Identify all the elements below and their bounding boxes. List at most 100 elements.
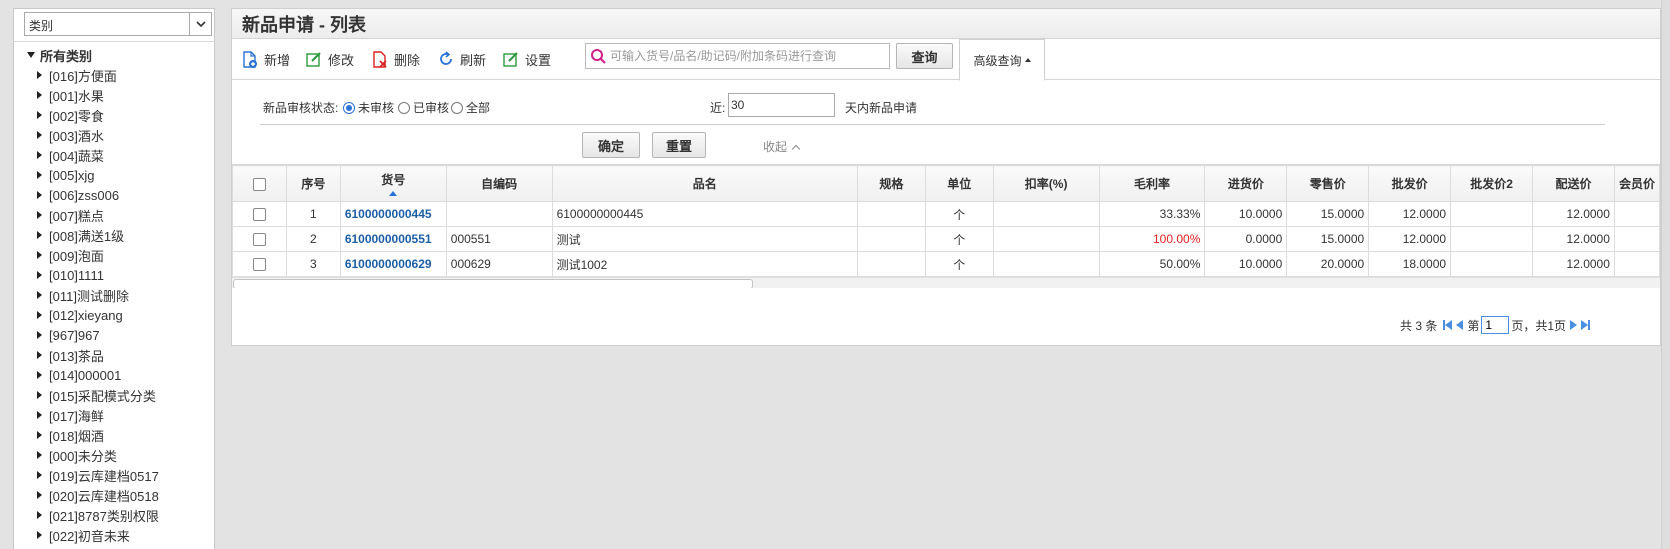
expand-triangle-icon[interactable] — [37, 491, 42, 499]
select-all-cell[interactable] — [232, 165, 287, 202]
col-header[interactable]: 扣率(%) — [992, 165, 1100, 202]
expand-triangle-icon[interactable] — [37, 311, 42, 319]
col-header[interactable]: 批发价 — [1368, 165, 1452, 202]
select-all-checkbox[interactable] — [252, 177, 266, 191]
row-select-cell[interactable] — [232, 226, 287, 252]
expand-triangle-icon[interactable] — [37, 91, 42, 99]
tree-item[interactable]: [017]海鲜 — [23, 405, 213, 425]
radio-unreviewed[interactable]: 未审核 — [343, 99, 394, 116]
tree-item[interactable]: [007]糕点 — [23, 205, 213, 225]
expand-triangle-icon[interactable] — [37, 451, 42, 459]
page-number-input[interactable] — [1481, 316, 1510, 334]
radio-selected-icon[interactable] — [343, 101, 355, 114]
tree-item[interactable]: [010]1111 — [23, 265, 213, 285]
expand-triangle-icon[interactable] — [37, 171, 42, 179]
expand-triangle-icon[interactable] — [37, 211, 42, 219]
query-button[interactable]: 查询 — [896, 43, 953, 69]
tree-item[interactable]: [001]水果 — [23, 85, 213, 105]
tree-item[interactable]: [018]烟酒 — [23, 425, 213, 445]
scrollbar-thumb[interactable] — [233, 279, 753, 288]
expand-triangle-icon[interactable] — [27, 52, 35, 58]
radio-all[interactable]: 全部 — [451, 99, 490, 116]
cell-code[interactable]: 6100000000445 — [339, 201, 447, 227]
expand-triangle-icon[interactable] — [37, 271, 42, 279]
row-select-cell[interactable] — [232, 201, 287, 227]
collapse-toggle[interactable]: 收起 — [763, 138, 801, 155]
tree-item[interactable]: [000]未分类 — [23, 445, 213, 465]
next-page-icon[interactable] — [1570, 320, 1578, 330]
col-header[interactable]: 自编码 — [445, 165, 553, 202]
tree-item[interactable]: [015]采配模式分类 — [23, 385, 213, 405]
edit-button[interactable]: 修改 — [306, 49, 354, 69]
expand-triangle-icon[interactable] — [37, 251, 42, 259]
expand-triangle-icon[interactable] — [37, 131, 42, 139]
row-checkbox[interactable] — [252, 233, 266, 247]
near-days-input[interactable] — [728, 93, 835, 117]
col-header[interactable]: 规格 — [856, 165, 926, 202]
col-header[interactable]: 配送价 — [1532, 165, 1615, 202]
tree-item[interactable]: [021]8787类别权限 — [23, 505, 213, 525]
tree-item[interactable]: [004]蔬菜 — [23, 145, 213, 165]
row-select-cell[interactable] — [232, 251, 287, 277]
reset-button[interactable]: 重置 — [652, 132, 706, 158]
tree-item[interactable]: [008]满送1级 — [23, 225, 213, 245]
tree-item[interactable]: [003]酒水 — [23, 125, 213, 145]
expand-triangle-icon[interactable] — [37, 371, 42, 379]
prev-page-icon[interactable] — [1456, 320, 1464, 330]
table-row[interactable]: 2 6100000000551 000551 测试 个 100.00% 0.0000 15.0… — [232, 226, 1660, 252]
expand-triangle-icon[interactable] — [37, 231, 42, 239]
add-button[interactable]: 新增 — [242, 49, 290, 69]
last-page-icon[interactable] — [1581, 320, 1591, 330]
expand-triangle-icon[interactable] — [37, 331, 42, 339]
advanced-query-tab[interactable]: 高级查询 — [959, 39, 1045, 81]
tree-item[interactable]: [967]967 — [23, 325, 213, 345]
col-header[interactable]: 品名 — [551, 165, 858, 202]
cell-code[interactable]: 6100000000551 — [339, 226, 447, 252]
search-box[interactable] — [585, 43, 890, 69]
col-header[interactable]: 毛利率 — [1098, 165, 1206, 202]
expand-triangle-icon[interactable] — [37, 191, 42, 199]
expand-triangle-icon[interactable] — [37, 291, 42, 299]
tree-item[interactable]: [022]初音未来 — [23, 525, 213, 545]
expand-triangle-icon[interactable] — [37, 71, 42, 79]
radio-icon[interactable] — [451, 101, 463, 114]
row-checkbox[interactable] — [252, 208, 266, 222]
radio-icon[interactable] — [398, 101, 410, 114]
tree-item[interactable]: [002]零食 — [23, 105, 213, 125]
tree-item[interactable]: [005]xjg — [23, 165, 213, 185]
expand-triangle-icon[interactable] — [37, 531, 42, 539]
table-row[interactable]: 1 6100000000445 6100000000445 个 33.33% 10.000… — [232, 201, 1660, 227]
horizontal-scrollbar[interactable] — [232, 277, 1660, 288]
tree-item[interactable]: [006]zss006 — [23, 185, 213, 205]
tree-item[interactable]: [011]测试删除 — [23, 285, 213, 305]
tree-item[interactable]: [012]xieyang — [23, 305, 213, 325]
radio-reviewed[interactable]: 已审核 — [398, 99, 449, 116]
col-header[interactable]: 单位 — [924, 165, 994, 202]
tree-item[interactable]: [009]泡面 — [23, 245, 213, 265]
expand-triangle-icon[interactable] — [37, 431, 42, 439]
col-header[interactable]: 进货价 — [1204, 165, 1288, 202]
settings-button[interactable]: 设置 — [503, 49, 551, 69]
expand-triangle-icon[interactable] — [37, 411, 42, 419]
first-page-icon[interactable] — [1443, 320, 1453, 330]
refresh-button[interactable]: 刷新 — [438, 49, 486, 69]
tree-item[interactable]: [020]云库建档0518 — [23, 485, 213, 505]
expand-triangle-icon[interactable] — [37, 391, 42, 399]
tree-item[interactable]: [019]云库建档0517 — [23, 465, 213, 485]
expand-triangle-icon[interactable] — [37, 351, 42, 359]
tree-root-all[interactable]: 所有类别 — [23, 45, 213, 65]
expand-triangle-icon[interactable] — [37, 511, 42, 519]
confirm-button[interactable]: 确定 — [582, 132, 640, 158]
expand-triangle-icon[interactable] — [37, 151, 42, 159]
cell-code[interactable]: 6100000000629 — [339, 251, 447, 277]
table-row[interactable]: 3 6100000000629 000629 测试1002 个 50.00% 10.0000… — [232, 251, 1660, 277]
tree-item[interactable]: [014]000001 — [23, 365, 213, 385]
col-header[interactable]: 零售价 — [1286, 165, 1370, 202]
tree-item[interactable]: [013]茶品 — [23, 345, 213, 365]
category-select[interactable]: 类别 — [24, 12, 212, 36]
delete-button[interactable]: 删除 — [372, 49, 420, 69]
expand-triangle-icon[interactable] — [37, 471, 42, 479]
search-input[interactable] — [610, 46, 885, 66]
col-header[interactable]: 会员价 — [1613, 165, 1660, 202]
expand-triangle-icon[interactable] — [37, 111, 42, 119]
